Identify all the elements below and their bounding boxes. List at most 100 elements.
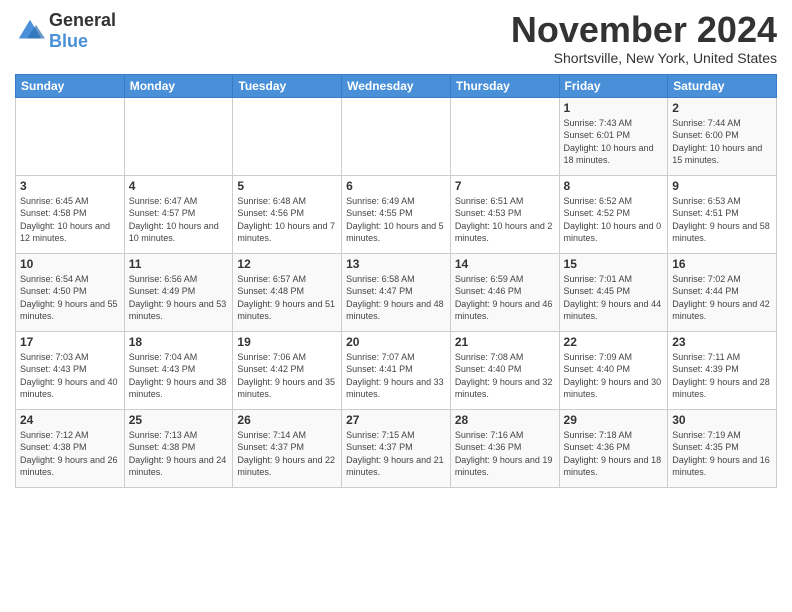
day-info: Sunrise: 7:11 AMSunset: 4:39 PMDaylight:… <box>672 351 772 401</box>
day-info: Sunrise: 7:13 AMSunset: 4:38 PMDaylight:… <box>129 429 229 479</box>
calendar-week-1: 3Sunrise: 6:45 AMSunset: 4:58 PMDaylight… <box>16 175 777 253</box>
day-number: 14 <box>455 257 555 271</box>
calendar-cell: 29 Sunrise: 7:18 AMSunset: 4:36 PMDayligh… <box>559 409 668 487</box>
calendar-header: Sunday Monday Tuesday Wednesday Thursday… <box>16 74 777 97</box>
calendar-cell: 10 Sunrise: 6:54 AMSunset: 4:50 PMDayligh… <box>16 253 125 331</box>
day-info: Sunrise: 7:44 AMSunset: 6:00 PMDaylight:… <box>672 117 772 167</box>
header-row: Sunday Monday Tuesday Wednesday Thursday… <box>16 74 777 97</box>
calendar-cell: 21 Sunrise: 7:08 AMSunset: 4:40 PMDayligh… <box>450 331 559 409</box>
day-number: 29 <box>564 413 664 427</box>
day-number: 27 <box>346 413 446 427</box>
calendar-cell: 25 Sunrise: 7:13 AMSunset: 4:38 PMDayligh… <box>124 409 233 487</box>
calendar-cell: 16 Sunrise: 7:02 AMSunset: 4:44 PMDayligh… <box>668 253 777 331</box>
day-number: 13 <box>346 257 446 271</box>
calendar-cell: 6 Sunrise: 6:49 AMSunset: 4:55 PMDaylight… <box>342 175 451 253</box>
day-info: Sunrise: 7:02 AMSunset: 4:44 PMDaylight:… <box>672 273 772 323</box>
day-info: Sunrise: 6:58 AMSunset: 4:47 PMDaylight:… <box>346 273 446 323</box>
day-number: 12 <box>237 257 337 271</box>
day-number: 25 <box>129 413 229 427</box>
calendar-cell: 26Sunrise: 7:14 AMSunset: 4:37 PMDayligh… <box>233 409 342 487</box>
calendar-cell: 8 Sunrise: 6:52 AMSunset: 4:52 PMDaylight… <box>559 175 668 253</box>
day-info: Sunrise: 7:08 AMSunset: 4:40 PMDaylight:… <box>455 351 555 401</box>
calendar-table: Sunday Monday Tuesday Wednesday Thursday… <box>15 74 777 488</box>
logo: General Blue <box>15 10 116 52</box>
calendar-cell: 14Sunrise: 6:59 AMSunset: 4:46 PMDayligh… <box>450 253 559 331</box>
logo-text: General Blue <box>49 10 116 52</box>
day-number: 6 <box>346 179 446 193</box>
day-info: Sunrise: 6:54 AMSunset: 4:50 PMDaylight:… <box>20 273 120 323</box>
day-number: 18 <box>129 335 229 349</box>
calendar-cell <box>16 97 125 175</box>
day-info: Sunrise: 6:53 AMSunset: 4:51 PMDaylight:… <box>672 195 772 245</box>
day-info: Sunrise: 7:15 AMSunset: 4:37 PMDaylight:… <box>346 429 446 479</box>
location: Shortsville, New York, United States <box>511 50 777 66</box>
calendar-cell: 9Sunrise: 6:53 AMSunset: 4:51 PMDaylight… <box>668 175 777 253</box>
calendar-cell: 5 Sunrise: 6:48 AMSunset: 4:56 PMDaylight… <box>233 175 342 253</box>
day-info: Sunrise: 7:07 AMSunset: 4:41 PMDaylight:… <box>346 351 446 401</box>
day-number: 20 <box>346 335 446 349</box>
calendar-cell: 20 Sunrise: 7:07 AMSunset: 4:41 PMDayligh… <box>342 331 451 409</box>
day-info: Sunrise: 6:48 AMSunset: 4:56 PMDaylight:… <box>237 195 337 245</box>
calendar-cell: 30 Sunrise: 7:19 AMSunset: 4:35 PMDayligh… <box>668 409 777 487</box>
col-tuesday: Tuesday <box>233 74 342 97</box>
day-number: 30 <box>672 413 772 427</box>
col-wednesday: Wednesday <box>342 74 451 97</box>
calendar-cell: 19Sunrise: 7:06 AMSunset: 4:42 PMDayligh… <box>233 331 342 409</box>
day-info: Sunrise: 7:43 AMSunset: 6:01 PMDaylight:… <box>564 117 664 167</box>
col-saturday: Saturday <box>668 74 777 97</box>
calendar-cell <box>450 97 559 175</box>
logo-general: General <box>49 10 116 31</box>
day-info: Sunrise: 6:52 AMSunset: 4:52 PMDaylight:… <box>564 195 664 245</box>
day-number: 1 <box>564 101 664 115</box>
day-info: Sunrise: 7:16 AMSunset: 4:36 PMDaylight:… <box>455 429 555 479</box>
day-number: 16 <box>672 257 772 271</box>
calendar-cell: 11 Sunrise: 6:56 AMSunset: 4:49 PMDayligh… <box>124 253 233 331</box>
calendar-body: 1 Sunrise: 7:43 AMSunset: 6:01 PMDaylight… <box>16 97 777 487</box>
day-info: Sunrise: 7:09 AMSunset: 4:40 PMDaylight:… <box>564 351 664 401</box>
day-info: Sunrise: 7:19 AMSunset: 4:35 PMDaylight:… <box>672 429 772 479</box>
day-number: 11 <box>129 257 229 271</box>
calendar-cell <box>124 97 233 175</box>
calendar-cell <box>233 97 342 175</box>
day-info: Sunrise: 7:04 AMSunset: 4:43 PMDaylight:… <box>129 351 229 401</box>
logo-icon <box>15 16 45 46</box>
calendar-cell: 17 Sunrise: 7:03 AMSunset: 4:43 PMDayligh… <box>16 331 125 409</box>
day-number: 24 <box>20 413 120 427</box>
day-number: 10 <box>20 257 120 271</box>
calendar-cell: 12Sunrise: 6:57 AMSunset: 4:48 PMDayligh… <box>233 253 342 331</box>
day-info: Sunrise: 6:47 AMSunset: 4:57 PMDaylight:… <box>129 195 229 245</box>
calendar-cell: 3Sunrise: 6:45 AMSunset: 4:58 PMDaylight… <box>16 175 125 253</box>
col-thursday: Thursday <box>450 74 559 97</box>
day-number: 3 <box>20 179 120 193</box>
calendar-cell: 4 Sunrise: 6:47 AMSunset: 4:57 PMDaylight… <box>124 175 233 253</box>
calendar-cell: 7Sunrise: 6:51 AMSunset: 4:53 PMDaylight… <box>450 175 559 253</box>
month-title: November 2024 <box>511 10 777 50</box>
day-number: 15 <box>564 257 664 271</box>
col-monday: Monday <box>124 74 233 97</box>
calendar-cell: 2Sunrise: 7:44 AMSunset: 6:00 PMDaylight… <box>668 97 777 175</box>
calendar-cell: 24 Sunrise: 7:12 AMSunset: 4:38 PMDayligh… <box>16 409 125 487</box>
day-number: 26 <box>237 413 337 427</box>
calendar-cell: 18 Sunrise: 7:04 AMSunset: 4:43 PMDayligh… <box>124 331 233 409</box>
calendar-week-0: 1 Sunrise: 7:43 AMSunset: 6:01 PMDaylight… <box>16 97 777 175</box>
page-header: General Blue November 2024 Shortsville, … <box>15 10 777 66</box>
day-number: 8 <box>564 179 664 193</box>
day-number: 17 <box>20 335 120 349</box>
title-block: November 2024 Shortsville, New York, Uni… <box>511 10 777 66</box>
day-info: Sunrise: 6:49 AMSunset: 4:55 PMDaylight:… <box>346 195 446 245</box>
day-info: Sunrise: 6:56 AMSunset: 4:49 PMDaylight:… <box>129 273 229 323</box>
calendar-cell: 23 Sunrise: 7:11 AMSunset: 4:39 PMDayligh… <box>668 331 777 409</box>
day-number: 21 <box>455 335 555 349</box>
calendar-page: General Blue November 2024 Shortsville, … <box>0 0 792 612</box>
day-info: Sunrise: 7:18 AMSunset: 4:36 PMDaylight:… <box>564 429 664 479</box>
day-number: 4 <box>129 179 229 193</box>
day-number: 5 <box>237 179 337 193</box>
calendar-cell: 22Sunrise: 7:09 AMSunset: 4:40 PMDayligh… <box>559 331 668 409</box>
day-info: Sunrise: 7:03 AMSunset: 4:43 PMDaylight:… <box>20 351 120 401</box>
calendar-cell: 15Sunrise: 7:01 AMSunset: 4:45 PMDayligh… <box>559 253 668 331</box>
day-number: 23 <box>672 335 772 349</box>
col-sunday: Sunday <box>16 74 125 97</box>
day-info: Sunrise: 7:12 AMSunset: 4:38 PMDaylight:… <box>20 429 120 479</box>
day-number: 28 <box>455 413 555 427</box>
calendar-cell: 13 Sunrise: 6:58 AMSunset: 4:47 PMDayligh… <box>342 253 451 331</box>
